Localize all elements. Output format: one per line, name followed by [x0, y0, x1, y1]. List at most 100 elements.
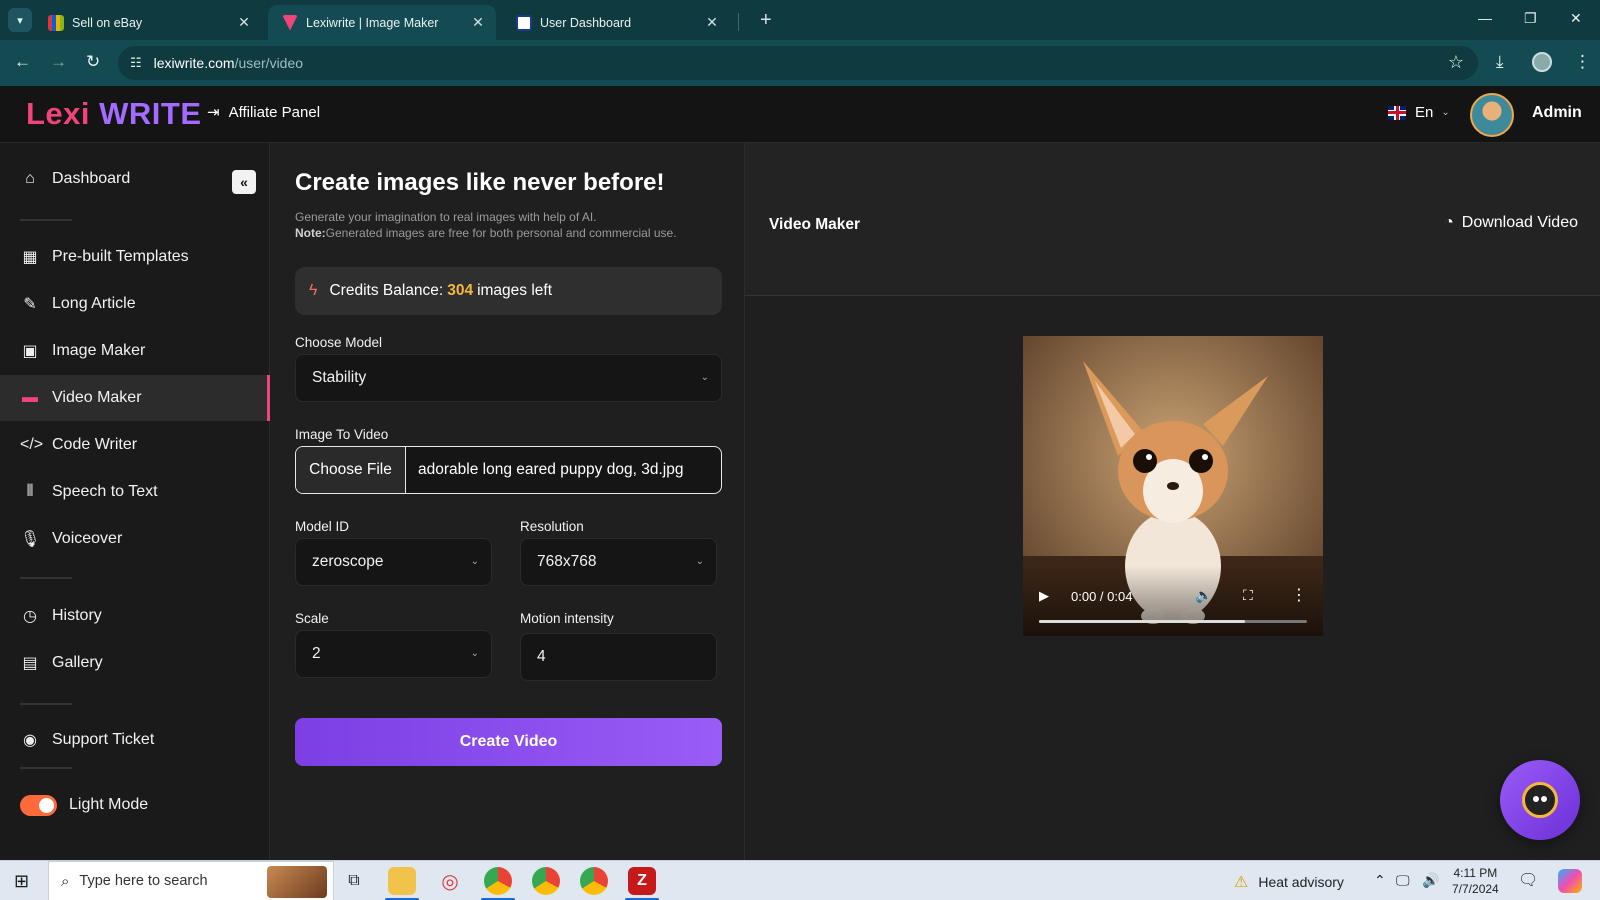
opera-icon[interactable]: ◎: [436, 867, 464, 895]
sidebar-item-long-article[interactable]: ✎ Long Article: [0, 281, 270, 327]
model-id-select[interactable]: zeroscope ⌄: [295, 538, 492, 586]
chrome-icon[interactable]: [532, 867, 560, 895]
collapse-sidebar-button[interactable]: «: [232, 170, 256, 194]
weather-widget[interactable]: ⚠ Heat advisory: [1234, 872, 1344, 892]
video-progress-bar[interactable]: [1039, 620, 1307, 623]
resolution-select[interactable]: 768x768 ⌄: [520, 538, 717, 586]
model-id-label: Model ID: [295, 519, 350, 534]
address-bar[interactable]: ☷ lexiwrite.com/user/video ☆: [118, 46, 1478, 80]
file-explorer-icon[interactable]: [388, 867, 416, 895]
support-icon: ◉: [23, 732, 37, 749]
download-video-label: Download Video: [1461, 214, 1578, 231]
sidebar-item-speech-to-text[interactable]: ⦀ Speech to Text: [0, 469, 270, 515]
sidebar-item-video-maker[interactable]: ▬ Video Maker: [0, 375, 270, 421]
browser-tab-dashboard[interactable]: User Dashboard ✕: [502, 5, 730, 40]
choose-model-select[interactable]: Stability ⌄: [295, 354, 722, 402]
url-path: /user/video: [234, 55, 304, 71]
download-icon[interactable]: ⤓: [1496, 52, 1504, 72]
chrome-icon[interactable]: [484, 867, 512, 895]
sidebar-item-gallery[interactable]: ▤ Gallery: [0, 640, 270, 686]
sidebar-item-image-maker[interactable]: ▣ Image Maker: [0, 328, 270, 374]
subtitle-line: Generate your imagination to real images…: [295, 210, 597, 224]
sidebar-item-label: Dashboard: [52, 170, 131, 187]
light-mode-toggle[interactable]: [20, 794, 57, 816]
weather-text: Heat advisory: [1258, 874, 1344, 890]
choose-model-value: Stability: [312, 369, 367, 386]
windows-start-icon[interactable]: ⊞: [14, 871, 29, 892]
fullscreen-icon[interactable]: ⛶: [1243, 587, 1253, 604]
task-view-icon[interactable]: ⧉: [340, 867, 368, 895]
copilot-icon[interactable]: [1558, 869, 1582, 893]
volume-icon[interactable]: 🔊: [1422, 872, 1439, 889]
sidebar-item-history[interactable]: ◷ History: [0, 593, 270, 639]
sidebar-item-label: Speech to Text: [52, 483, 158, 500]
close-tab-icon[interactable]: ✕: [236, 14, 252, 31]
site-info-icon[interactable]: ☷: [130, 55, 142, 71]
lightning-icon: ϟ: [309, 282, 318, 299]
language-selector[interactable]: En ⌄: [1388, 104, 1450, 121]
restore-icon[interactable]: ❐: [1524, 10, 1537, 27]
dashboard-icon: [516, 14, 532, 31]
show-hidden-icons-icon[interactable]: ⌃: [1374, 872, 1386, 889]
close-window-icon[interactable]: ✕: [1570, 10, 1582, 27]
chrome-icon[interactable]: [580, 867, 608, 895]
volume-icon[interactable]: 🔈: [1195, 587, 1212, 604]
taskbar-clock[interactable]: 4:11 PM 7/7/2024: [1452, 865, 1499, 897]
search-icon: ⌕: [61, 872, 70, 890]
create-video-button[interactable]: Create Video: [295, 718, 722, 766]
choose-file-button[interactable]: Choose File: [296, 447, 406, 493]
forward-icon[interactable]: →: [50, 52, 67, 72]
chevron-down-icon: ⌄: [1441, 107, 1450, 118]
scale-value: 2: [312, 645, 321, 662]
browser-profile-avatar[interactable]: [1532, 52, 1552, 72]
notifications-icon[interactable]: 🗨: [1518, 870, 1538, 890]
network-icon[interactable]: 🖵: [1396, 872, 1410, 889]
sidebar-divider: [20, 703, 72, 705]
tab-title: Sell on eBay: [72, 15, 143, 30]
language-label: En: [1415, 104, 1434, 121]
chatbot-button[interactable]: [1500, 760, 1580, 840]
new-tab-icon[interactable]: +: [760, 10, 772, 30]
motion-intensity-value: 4: [537, 648, 546, 665]
close-tab-icon[interactable]: ✕: [704, 14, 720, 31]
motion-intensity-input[interactable]: 4: [520, 633, 717, 681]
play-icon[interactable]: ▶: [1039, 588, 1049, 604]
code-icon: </>: [20, 436, 44, 453]
light-mode-toggle-row[interactable]: Light Mode: [0, 782, 270, 828]
scale-select[interactable]: 2 ⌄: [295, 630, 492, 678]
file-name: adorable long eared puppy dog, 3d.jpg: [418, 461, 684, 478]
bookmark-star-icon[interactable]: ☆: [1448, 52, 1464, 73]
image-file-input[interactable]: Choose File adorable long eared puppy do…: [295, 446, 722, 494]
sidebar-item-support-ticket[interactable]: ◉ Support Ticket: [0, 717, 270, 763]
close-tab-icon[interactable]: ✕: [470, 14, 486, 31]
affiliate-panel-link[interactable]: ⇥ Affiliate Panel: [207, 103, 320, 122]
browser-tab-bar: ▾ Sell on eBay ✕ Lexiwrite | Image Maker…: [0, 0, 1600, 40]
back-icon[interactable]: ←: [14, 52, 31, 72]
lexiwrite-logo[interactable]: Lexi WRITE: [26, 96, 202, 132]
user-name[interactable]: Admin: [1532, 104, 1582, 122]
video-panel-title: Video Maker: [769, 216, 861, 233]
sidebar-item-label: Code Writer: [52, 436, 138, 453]
ebay-icon: [48, 14, 64, 31]
sidebar-item-code-writer[interactable]: </> Code Writer: [0, 422, 270, 468]
reload-icon[interactable]: ↻: [86, 52, 100, 72]
browser-tab-lexiwrite[interactable]: Lexiwrite | Image Maker ✕: [268, 5, 496, 40]
sidebar-item-dashboard[interactable]: ⌂ Dashboard: [0, 156, 270, 202]
minimize-icon[interactable]: —: [1478, 10, 1492, 26]
menu-dots-icon[interactable]: ⋮: [1574, 52, 1591, 72]
browser-toolbar: ← → ↻ ☷ lexiwrite.com/user/video ☆ ⤓ ⋮: [0, 40, 1600, 86]
download-video-button[interactable]: ◔ Download Video: [1444, 214, 1578, 232]
sidebar-item-templates[interactable]: ▦ Pre-built Templates: [0, 234, 270, 280]
browser-tab-ebay[interactable]: Sell on eBay ✕: [34, 5, 262, 40]
video-player[interactable]: ▶ 0:00 / 0:04 🔈 ⛶ ⋮: [1023, 336, 1323, 636]
more-options-icon[interactable]: ⋮: [1291, 585, 1307, 605]
filezilla-icon[interactable]: Z: [628, 867, 656, 895]
lexiwrite-icon: [282, 14, 298, 31]
logo-part-write: WRITE: [99, 96, 202, 131]
tab-title: Lexiwrite | Image Maker: [306, 15, 439, 30]
sidebar-item-voiceover[interactable]: 🎙 Voiceover: [0, 516, 270, 562]
taskbar-search-box[interactable]: ⌕ Type here to search: [48, 861, 334, 900]
user-avatar[interactable]: [1470, 93, 1514, 137]
tab-search-icon[interactable]: ▾: [8, 8, 32, 32]
resolution-label: Resolution: [520, 519, 584, 534]
